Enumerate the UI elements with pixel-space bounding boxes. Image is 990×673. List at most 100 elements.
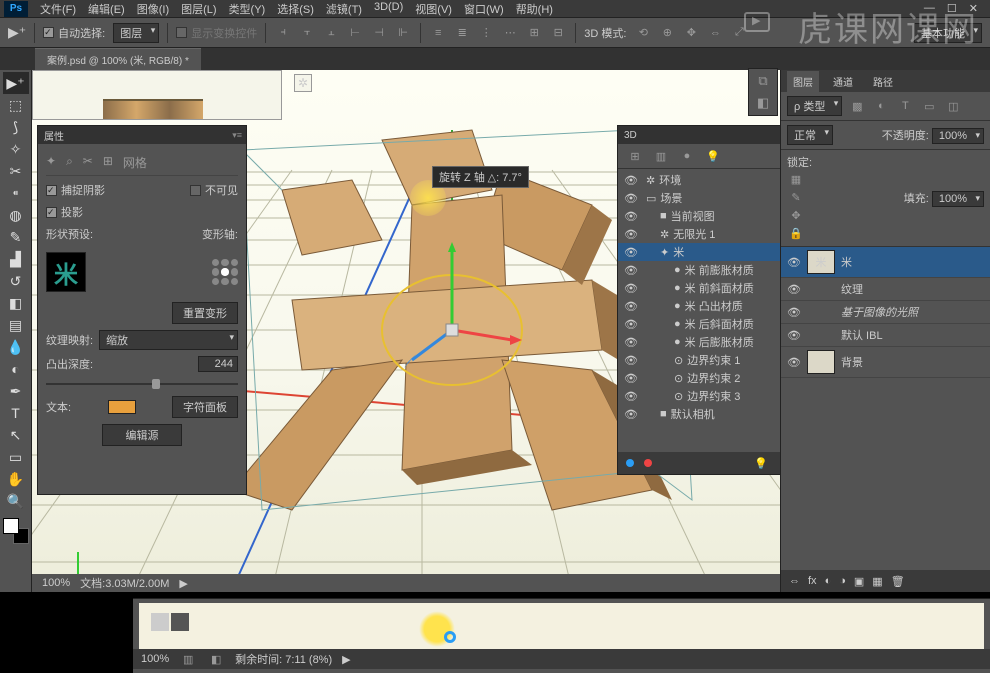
brush-tool[interactable]: ✎ (3, 226, 29, 248)
menu-window[interactable]: 窗口(W) (460, 0, 508, 19)
menu-view[interactable]: 视图(V) (411, 0, 456, 19)
distr-5-icon[interactable]: ⊞ (525, 24, 543, 42)
keyframe-1[interactable] (151, 613, 169, 631)
pan-icon[interactable]: ✥ (682, 24, 700, 42)
gradient-tool[interactable]: ▤ (3, 314, 29, 336)
marquee-tool[interactable]: ⬚ (3, 94, 29, 116)
layer-row[interactable]: 👁米米 (781, 247, 990, 278)
coord-tab-icon[interactable]: ⊞ (103, 154, 113, 171)
menu-edit[interactable]: 编辑(E) (84, 0, 129, 19)
delete-layer-icon[interactable]: 🗑 (891, 575, 905, 588)
menu-filter[interactable]: 滤镜(T) (322, 0, 366, 19)
hand-tool[interactable]: ✋ (3, 468, 29, 490)
filter-type-icon[interactable]: T (896, 97, 914, 115)
status-expand-icon[interactable]: ▶ (179, 577, 187, 590)
opacity-input[interactable]: 100% (932, 128, 984, 144)
layers-tab[interactable]: 图层 (787, 71, 819, 92)
crop-tool[interactable]: ✂ (3, 160, 29, 182)
menu-image[interactable]: 图像(I) (133, 0, 173, 19)
layer-fx-icon[interactable]: fx (808, 575, 817, 587)
3d-tree-row[interactable]: 👁■当前视图 (618, 207, 780, 225)
path-tool[interactable]: ↖ (3, 424, 29, 446)
link-layers-icon[interactable]: ⇔ (789, 575, 800, 587)
group-icon[interactable]: ▣ (854, 575, 864, 588)
catch-shadow-checkbox[interactable]: 捕捉阴影 (46, 182, 105, 198)
visibility-eye-icon[interactable]: 👁 (624, 336, 638, 349)
color-swatches[interactable] (3, 518, 29, 544)
3d-tree-row[interactable]: 👁✦米 (618, 243, 780, 261)
filter-smart-icon[interactable]: ◫ (944, 97, 962, 115)
fg-color-swatch[interactable] (3, 518, 19, 534)
filter-mesh-icon[interactable]: ▥ (652, 147, 670, 165)
3d-mode-toggle-icon[interactable]: ✲ (294, 74, 312, 92)
3d-tree-row[interactable]: 👁●米 前斜面材质 (618, 279, 780, 297)
timeline-zoom[interactable]: 100% (141, 653, 169, 665)
fill-input[interactable]: 100% (932, 191, 984, 207)
align-bottom-icon[interactable]: ⫠ (322, 24, 340, 42)
playhead-marker[interactable] (444, 631, 456, 643)
visibility-eye-icon[interactable]: 👁 (624, 318, 638, 331)
minimize-button[interactable]: — (924, 2, 935, 15)
channels-tab[interactable]: 通道 (827, 71, 859, 92)
menu-layer[interactable]: 图层(L) (177, 0, 220, 19)
3d-tree-row[interactable]: 👁●米 后斜面材质 (618, 315, 780, 333)
properties-panel-tab[interactable]: 属性 (38, 126, 246, 144)
auto-select-target-dropdown[interactable]: 图层 (113, 23, 159, 43)
lock-pixel-icon[interactable]: ✎ (787, 188, 805, 206)
filter-mat-icon[interactable]: ● (678, 147, 696, 165)
keyframe-2[interactable] (171, 613, 189, 631)
visibility-eye-icon[interactable]: 👁 (624, 408, 638, 421)
3d-tree-row[interactable]: 👁▭场景 (618, 189, 780, 207)
layer-mask-icon[interactable]: ◐ (825, 575, 832, 587)
document-tab[interactable]: 案例.psd @ 100% (米, RGB/8) * (35, 48, 201, 70)
canvas-area[interactable]: ✲ 旋转 Z 轴 △: 7.7° 属性 ✦ ⌕ ✂ ⊞ 网格 捕捉阴影 不可见 (32, 70, 780, 592)
timeline-play-icon[interactable]: ▶ (342, 653, 350, 666)
wand-tool[interactable]: ✧ (3, 138, 29, 160)
3d-panel-tab[interactable]: 3D (618, 126, 780, 144)
texture-map-dropdown[interactable]: 缩放 (99, 330, 238, 350)
zoom-level[interactable]: 100% (42, 577, 70, 589)
history-panel-icon[interactable]: ⧉ (758, 73, 767, 89)
char-panel-button[interactable]: 字符面板 (172, 396, 238, 418)
lasso-tool[interactable]: ⟆ (3, 116, 29, 138)
slide-icon[interactable]: ⇔ (706, 24, 724, 42)
text-color-swatch[interactable] (108, 400, 136, 414)
history-brush-tool[interactable]: ↺ (3, 270, 29, 292)
visibility-eye-icon[interactable]: 👁 (624, 192, 638, 205)
visibility-eye-icon[interactable]: 👁 (624, 372, 638, 385)
3d-tree-row[interactable]: 👁⊙边界约束 2 (618, 369, 780, 387)
filter-adj-icon[interactable]: ◐ (872, 97, 890, 115)
align-hcenter-icon[interactable]: ⊣ (370, 24, 388, 42)
visibility-eye-icon[interactable]: 👁 (624, 354, 638, 367)
heal-tool[interactable]: ◍ (3, 204, 29, 226)
adj-layer-icon[interactable]: ◑ (839, 575, 846, 587)
visibility-eye-icon[interactable]: 👁 (624, 174, 638, 187)
new-light-icon[interactable]: 💡 (752, 454, 770, 472)
visibility-eye-icon[interactable]: 👁 (624, 264, 638, 277)
maximize-button[interactable]: ☐ (947, 2, 957, 15)
3d-tree-row[interactable]: 👁●米 凸出材质 (618, 297, 780, 315)
lock-all-icon[interactable]: 🔒 (787, 224, 805, 242)
filter-light-icon[interactable]: 💡 (704, 147, 722, 165)
3d-tree-row[interactable]: 👁■默认相机 (618, 405, 780, 423)
mesh-tab-icon[interactable]: ✦ (46, 154, 56, 171)
distr-6-icon[interactable]: ⊟ (549, 24, 567, 42)
move-tool[interactable]: ▶⁺ (3, 72, 29, 94)
layer-kind-dropdown[interactable]: ρ 类型 (787, 96, 842, 116)
menu-help[interactable]: 帮助(H) (512, 0, 557, 19)
3d-tree-row[interactable]: 👁✲环境 (618, 171, 780, 189)
eraser-tool[interactable]: ◧ (3, 292, 29, 314)
layer-row[interactable]: 👁默认 IBL (781, 324, 990, 347)
layer-visibility-icon[interactable]: 👁 (787, 283, 801, 296)
blend-mode-dropdown[interactable]: 正常 (787, 125, 833, 145)
show-transform-checkbox[interactable]: 显示变换控件 (176, 25, 257, 41)
deform-axis-grid[interactable] (212, 259, 238, 285)
menu-3d[interactable]: 3D(D) (370, 0, 407, 19)
cap-tab-icon[interactable]: ✂ (83, 154, 93, 171)
3d-tree-row[interactable]: 👁●米 前膨胀材质 (618, 261, 780, 279)
3d-tree-row[interactable]: 👁⊙边界约束 3 (618, 387, 780, 405)
cast-shadow-checkbox[interactable]: 投影 (46, 204, 83, 220)
shape-tool[interactable]: ▭ (3, 446, 29, 468)
align-top-icon[interactable]: ⫞ (274, 24, 292, 42)
align-vcenter-icon[interactable]: ⫟ (298, 24, 316, 42)
